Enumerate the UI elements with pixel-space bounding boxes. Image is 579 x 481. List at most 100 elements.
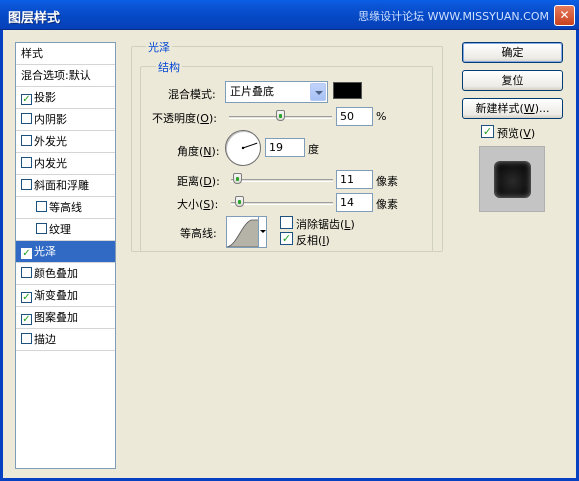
size-value: 14 [340,196,354,209]
close-icon: ✕ [559,8,570,22]
opacity-label-pre: 不透明度( [152,112,201,125]
preview-label-post: ) [530,127,536,140]
opacity-unit: % [376,110,387,123]
style-checkbox[interactable]: ✓ [21,248,32,259]
distance-label-key: D [203,175,212,188]
antialias-label-post: ) [350,218,355,231]
angle-unit: 度 [308,143,319,156]
distance-slider-thumb[interactable] [233,173,242,184]
preview-label-pre: 预览( [497,127,524,140]
style-checkbox[interactable] [21,113,32,124]
reset-button[interactable]: 复位 [462,70,563,91]
style-list-label: 样式 [21,47,43,60]
style-list-label: 内发光 [34,157,67,170]
style-list-item[interactable]: 描边 [16,329,115,351]
style-list-item[interactable]: ✓ 投影 [16,87,115,109]
style-checkbox[interactable]: ✓ [21,94,32,105]
ok-button[interactable]: 确定 [462,42,563,63]
distance-unit: 像素 [376,175,398,188]
style-list-item[interactable]: 等高线 [16,197,115,219]
window-title: 图层样式 [8,11,61,26]
style-list-item[interactable]: ✓ 图案叠加 [16,307,115,329]
antialias-checkbox[interactable] [280,216,293,229]
style-checkbox[interactable] [36,223,47,234]
style-list-item[interactable]: 纹理 [16,219,115,241]
contour-label: 等高线: [180,227,217,240]
blend-mode-select[interactable]: 正片叠底 [225,81,328,103]
angle-label-post: ): [211,145,220,158]
angle-dial[interactable] [225,130,261,166]
angle-label: 角度(N): [177,143,220,159]
angle-label-pre: 角度( [177,145,204,158]
style-checkbox[interactable] [21,135,32,146]
ok-button-label: 确定 [501,46,524,59]
style-list-item[interactable]: 斜面和浮雕 [16,175,115,197]
window-frame-left [0,30,3,481]
style-list-item[interactable]: 样式 [16,43,115,65]
blend-color-swatch[interactable] [333,82,362,99]
style-checkbox[interactable] [21,333,32,344]
close-button[interactable]: ✕ [554,5,575,26]
title-bar: 图层样式 思缘设计论坛 WWW.MISSYUAN.COM ✕ [0,0,579,30]
reset-button-label: 复位 [501,74,524,87]
style-list-label: 纹理 [49,223,71,236]
style-list-label: 投影 [34,91,56,104]
contour-dropdown[interactable] [258,216,267,248]
size-unit: 像素 [376,198,398,211]
preview-label: 预览(V) [497,125,535,141]
style-list-item[interactable]: 外发光 [16,131,115,153]
style-list-item[interactable]: 颜色叠加 [16,263,115,285]
style-list: 样式 混合选项:默认 ✓ 投影 内阴影 外发光 内发光 斜面和浮雕 等高线 纹理 ✓ 光泽 颜色叠加 ✓ 渐… [15,42,116,469]
invert-checkbox[interactable]: ✓ [280,232,293,245]
angle-value: 19 [269,141,283,154]
opacity-label: 不透明度(O): [152,110,217,126]
distance-input[interactable]: 11 [336,170,373,189]
preview-swatch [495,162,530,197]
style-checkbox[interactable] [21,157,32,168]
satin-group-title: 光泽 [146,39,172,55]
style-checkbox[interactable]: ✓ [21,292,32,303]
style-list-label: 渐变叠加 [34,289,78,302]
size-label: 大小(S): [177,196,218,212]
style-list-label: 内阴影 [34,113,67,126]
size-label-post: ): [210,198,219,211]
size-slider-thumb[interactable] [235,196,244,207]
blend-mode-value: 正片叠底 [230,85,274,98]
preview-checkbox[interactable]: ✓ [481,125,494,138]
style-checkbox[interactable]: ✓ [21,314,32,325]
chevron-down-icon[interactable] [310,83,326,101]
style-checkbox[interactable] [36,201,47,212]
distance-value: 11 [340,173,354,186]
style-list-item[interactable]: ✓ 光泽 [16,241,115,263]
angle-label-key: N [203,145,212,158]
style-list-label: 图案叠加 [34,311,78,324]
opacity-label-post: ): [208,112,217,125]
angle-input[interactable]: 19 [265,138,305,157]
watermark: 思缘设计论坛 WWW.MISSYUAN.COM [358,10,549,23]
distance-label-pre: 距离( [177,175,204,188]
invert-check-icon: ✓ [281,232,292,245]
style-checkbox[interactable] [21,267,32,278]
style-checkbox[interactable] [21,179,32,190]
style-list-item[interactable]: 混合选项:默认 [16,65,115,87]
style-list-item[interactable]: 内阴影 [16,109,115,131]
blend-mode-label: 混合模式: [168,88,216,101]
opacity-slider-thumb[interactable] [275,110,285,121]
size-slider[interactable] [231,202,333,205]
opacity-input[interactable]: 50 [336,107,373,126]
new-style-label-key: W [523,102,535,115]
new-style-button[interactable]: 新建样式(W)... [462,98,563,119]
size-input[interactable]: 14 [336,193,373,212]
opacity-value: 50 [340,110,354,123]
new-style-label-post: )... [534,102,550,115]
style-list-item[interactable]: ✓ 渐变叠加 [16,285,115,307]
style-list-label: 等高线 [49,201,82,214]
style-list-item[interactable]: 内发光 [16,153,115,175]
invert-label-pre: 反相( [296,234,323,247]
structure-group-title: 结构 [156,59,182,75]
invert-label-post: ) [325,234,330,247]
preview-thumbnail [479,146,545,212]
distance-slider[interactable] [231,179,333,182]
size-label-pre: 大小( [177,198,204,211]
opacity-label-key: O [200,112,209,125]
